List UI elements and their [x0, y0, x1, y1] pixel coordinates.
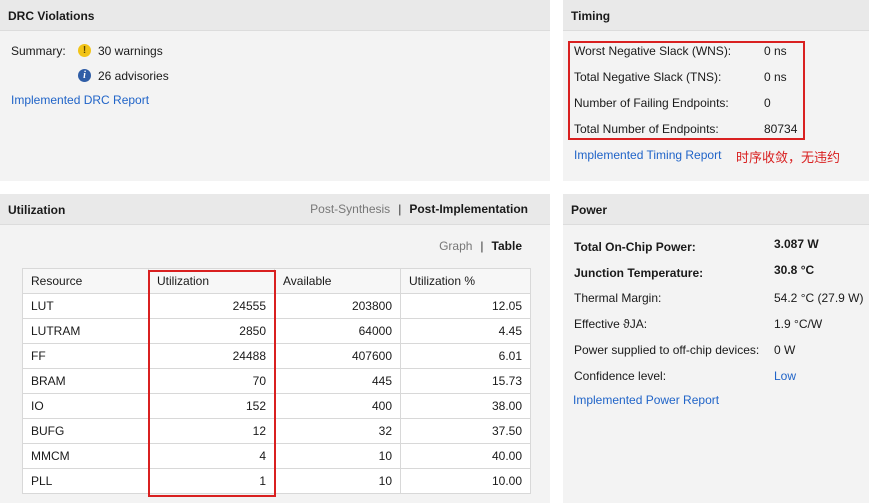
utilization-table: Resource Utilization Available Utilizati…: [22, 268, 531, 494]
utilization-percent-cell: 4.45: [400, 318, 531, 344]
table-row: LUTRAM 2850 64000 4.45: [22, 318, 531, 344]
power-panel-title: Power: [571, 203, 608, 217]
total-endpoints-label: Total Number of Endpoints:: [574, 122, 719, 136]
utilization-percent-cell: 37.50: [400, 418, 531, 444]
failing-endpoints-value: 0: [764, 96, 771, 110]
drc-panel-header: DRC Violations: [0, 0, 550, 31]
resource-cell: FF: [22, 343, 149, 369]
drc-panel-title: DRC Violations: [8, 9, 95, 23]
available-cell: 445: [274, 368, 401, 394]
utilization-percent-cell: 10.00: [400, 468, 531, 494]
utilization-panel-header: Utilization Post-Synthesis | Post-Implemen…: [0, 194, 550, 225]
column-header-available: Available: [274, 268, 401, 294]
utilization-percent-cell: 15.73: [400, 368, 531, 394]
junction-temperature-label: Junction Temperature:: [574, 266, 704, 280]
effective-theta-ja-label: Effective ϑJA:: [574, 317, 648, 331]
effective-theta-ja-value: 1.9 °C/W: [774, 317, 823, 331]
utilization-panel-title: Utilization: [8, 203, 66, 217]
view-table[interactable]: Table: [492, 239, 522, 253]
table-row: IO 152 400 38.00: [22, 393, 531, 419]
confidence-level-label: Confidence level:: [574, 369, 667, 383]
available-cell: 64000: [274, 318, 401, 344]
utilization-panel: Utilization Post-Synthesis | Post-Implemen…: [0, 194, 550, 503]
utilization-percent-cell: 40.00: [400, 443, 531, 469]
drc-warnings-count: 30 warnings: [98, 44, 163, 58]
junction-temperature-value: 30.8 °C: [774, 263, 815, 277]
table-row: BUFG 12 32 37.50: [22, 418, 531, 444]
table-row: PLL 1 10 10.00: [22, 468, 531, 494]
power-panel: Power Total On-Chip Power: 3.087 W Junct…: [563, 194, 869, 503]
resource-cell: MMCM: [22, 443, 149, 469]
utilization-column-highlight-box: [148, 270, 276, 497]
tns-label: Total Negative Slack (TNS):: [574, 70, 722, 84]
confidence-level-link[interactable]: Low: [774, 369, 796, 383]
drc-advisories-count: 26 advisories: [98, 69, 169, 83]
tab-post-synthesis[interactable]: Post-Synthesis: [310, 202, 390, 216]
available-cell: 203800: [274, 293, 401, 319]
total-on-chip-power-label: Total On-Chip Power:: [574, 240, 696, 254]
utilization-tabs: Post-Synthesis | Post-Implementation: [310, 202, 528, 216]
thermal-margin-label: Thermal Margin:: [574, 291, 662, 305]
table-row: FF 24488 407600 6.01: [22, 343, 531, 369]
table-row: MMCM 4 10 40.00: [22, 443, 531, 469]
utilization-percent-cell: 12.05: [400, 293, 531, 319]
resource-cell: BRAM: [22, 368, 149, 394]
available-cell: 32: [274, 418, 401, 444]
failing-endpoints-label: Number of Failing Endpoints:: [574, 96, 729, 110]
resource-cell: LUT: [22, 293, 149, 319]
available-cell: 400: [274, 393, 401, 419]
implemented-power-report-link[interactable]: Implemented Power Report: [573, 393, 719, 407]
info-icon: i: [78, 69, 91, 82]
drc-violations-panel: DRC Violations Summary: ! 30 warnings i …: [0, 0, 550, 181]
implemented-drc-report-link[interactable]: Implemented DRC Report: [11, 93, 149, 107]
wns-label: Worst Negative Slack (WNS):: [574, 44, 732, 58]
utilization-percent-cell: 38.00: [400, 393, 531, 419]
timing-annotation: 时序收敛，无违约: [736, 150, 841, 165]
available-cell: 10: [274, 443, 401, 469]
timing-panel-title: Timing: [571, 9, 611, 23]
table-header-row: Resource Utilization Available Utilizati…: [22, 268, 531, 294]
resource-cell: BUFG: [22, 418, 149, 444]
off-chip-power-value: 0 W: [774, 343, 796, 357]
available-cell: 10: [274, 468, 401, 494]
table-row: BRAM 70 445 15.73: [22, 368, 531, 394]
resource-cell: PLL: [22, 468, 149, 494]
power-panel-header: Power: [563, 194, 869, 225]
drc-summary-label: Summary:: [11, 44, 66, 58]
tab-post-implementation[interactable]: Post-Implementation: [409, 202, 528, 216]
resource-cell: IO: [22, 393, 149, 419]
tns-value: 0 ns: [764, 70, 787, 84]
total-on-chip-power-value: 3.087 W: [774, 237, 819, 251]
thermal-margin-value: 54.2 °C (27.9 W): [774, 291, 864, 305]
column-header-utilization-percent: Utilization %: [400, 268, 531, 294]
wns-value: 0 ns: [764, 44, 787, 58]
utilization-percent-cell: 6.01: [400, 343, 531, 369]
available-cell: 407600: [274, 343, 401, 369]
timing-panel-header: Timing: [563, 0, 869, 31]
total-endpoints-value: 80734: [764, 122, 798, 136]
warning-icon: !: [78, 44, 91, 57]
column-header-resource: Resource: [22, 268, 149, 294]
view-separator: |: [480, 239, 484, 253]
resource-cell: LUTRAM: [22, 318, 149, 344]
view-toggle: Graph | Table: [439, 239, 522, 253]
timing-panel: Timing Worst Negative Slack (WNS): 0 ns …: [563, 0, 869, 181]
implemented-timing-report-link[interactable]: Implemented Timing Report: [574, 148, 721, 162]
table-row: LUT 24555 203800 12.05: [22, 293, 531, 319]
tab-separator: |: [398, 202, 402, 216]
view-graph[interactable]: Graph: [439, 239, 472, 253]
off-chip-power-label: Power supplied to off-chip devices:: [574, 343, 760, 357]
